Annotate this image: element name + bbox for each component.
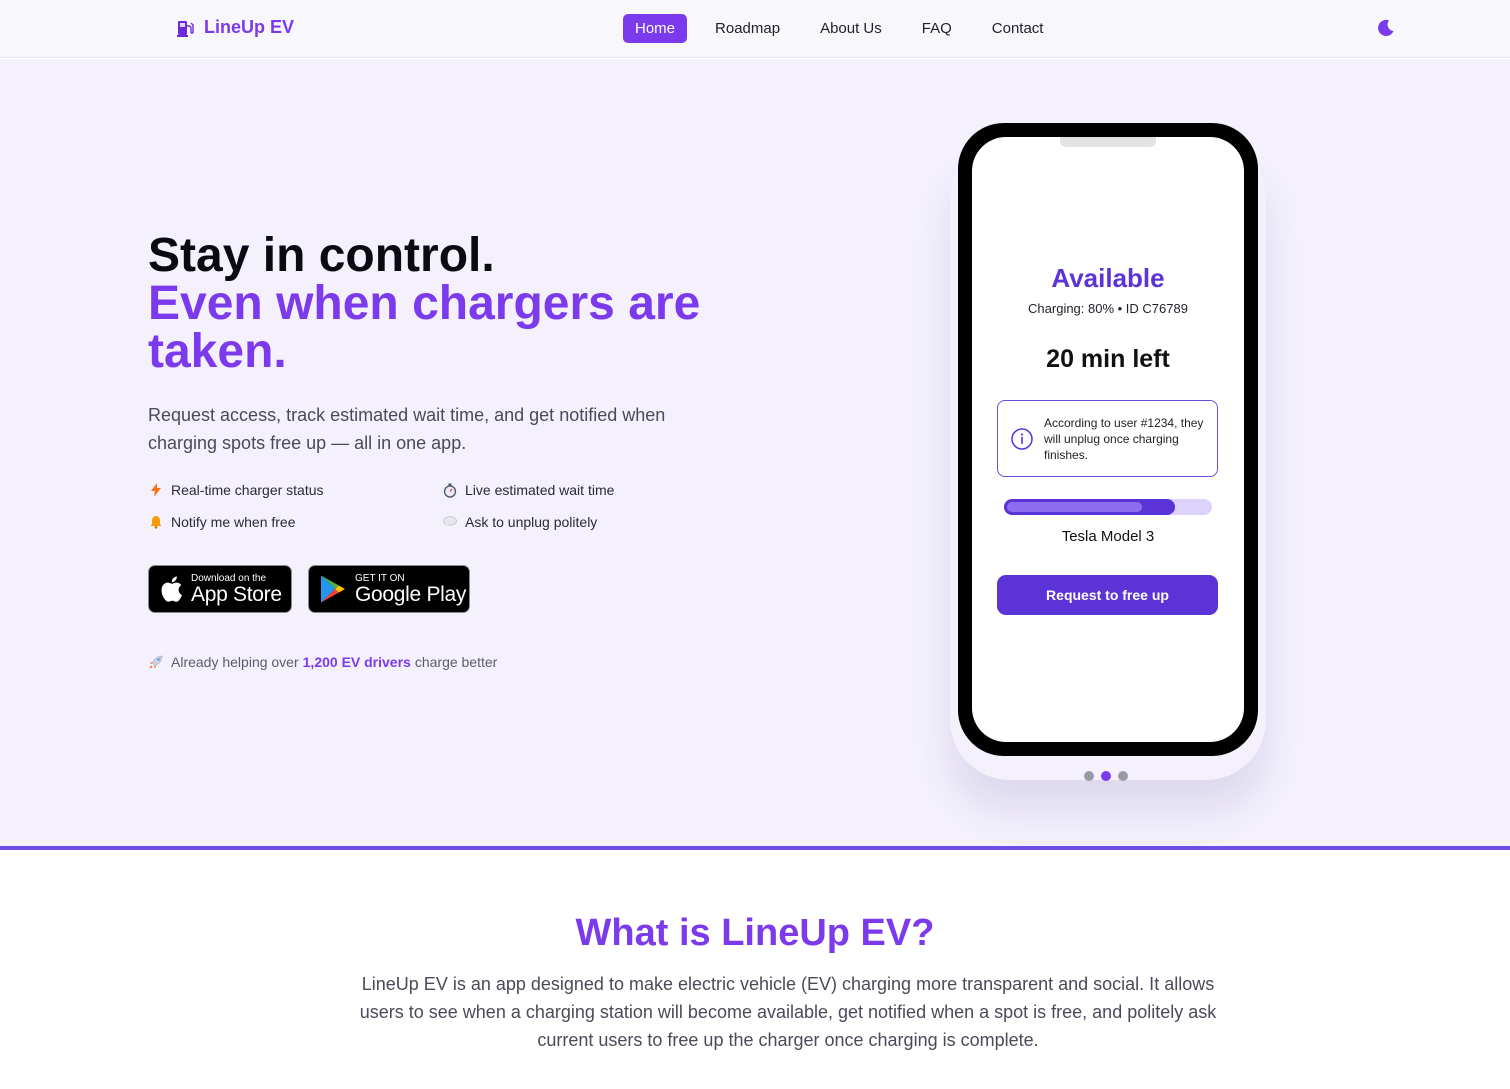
- carousel-dot-active[interactable]: [1101, 771, 1111, 781]
- google-play-small: GET IT ON: [355, 572, 405, 584]
- feature-label: Ask to unplug politely: [465, 514, 598, 530]
- trust-after: charge better: [414, 654, 498, 670]
- trust-before: Already helping over: [171, 654, 299, 670]
- top-nav: LineUp EV Home Roadmap About Us FAQ Cont…: [0, 0, 1510, 58]
- info-icon: [1011, 427, 1033, 450]
- charging-station-icon: [177, 20, 194, 37]
- carousel-dot[interactable]: [1084, 771, 1094, 781]
- bell-icon: [148, 514, 164, 530]
- feature-item: Real-time charger status: [148, 480, 442, 500]
- user-note: According to user #1234, they will unplu…: [997, 400, 1218, 477]
- stopwatch-icon: [442, 482, 458, 498]
- charging-progress-fill: [1004, 499, 1175, 515]
- phone-screen: Available Charging: 80% • ID C76789 20 m…: [972, 137, 1244, 742]
- hero-title: Stay in control. Even when chargers are …: [148, 232, 748, 376]
- feature-label: Real-time charger status: [171, 482, 324, 498]
- what-is-body: LineUp EV is an app designed to make ele…: [359, 974, 1217, 1050]
- section-divider: [0, 846, 1510, 850]
- lightning-icon: [148, 482, 164, 498]
- hero-title-line1: Stay in control.: [148, 229, 495, 282]
- what-is-title: What is LineUp EV?: [575, 912, 935, 954]
- phone-notch: [1060, 137, 1156, 147]
- feature-label: Notify me when free: [171, 514, 296, 530]
- nav-link-about[interactable]: About Us: [808, 14, 894, 43]
- hero-title-line2: Even when chargers are taken.: [148, 277, 701, 378]
- nav-link-faq[interactable]: FAQ: [910, 14, 964, 43]
- feature-list: Real-time charger status Live estimated …: [148, 480, 648, 532]
- carousel-dots: [1084, 771, 1128, 781]
- speech-bubble-icon: [442, 514, 458, 530]
- apple-icon: [161, 576, 182, 602]
- charger-status: Available: [1051, 263, 1165, 293]
- feature-item: Ask to unplug politely: [442, 512, 662, 532]
- app-store-button[interactable]: Download on the App Store: [148, 565, 292, 613]
- time-left: 20 min left: [1046, 345, 1170, 373]
- nav-link-home[interactable]: Home: [623, 14, 688, 43]
- hero-subtitle: Request access, track estimated wait tim…: [148, 405, 666, 453]
- trust-highlight: 1,200 EV drivers: [302, 654, 411, 670]
- user-note-text: According to user #1234, they will unplu…: [1044, 415, 1204, 462]
- trust-line: Already helping over 1,200 EV drivers ch…: [148, 654, 497, 670]
- nav-link-contact[interactable]: Contact: [980, 14, 1056, 43]
- phone-mockup: Available Charging: 80% • ID C76789 20 m…: [958, 123, 1258, 756]
- charger-meta: Charging: 80% • ID C76789: [1028, 301, 1188, 316]
- app-store-big: App Store: [191, 582, 282, 606]
- charging-progress-bar: [1004, 499, 1212, 515]
- app-store-small: Download on the: [191, 572, 267, 584]
- car-model: Tesla Model 3: [1061, 528, 1155, 545]
- google-play-button[interactable]: GET IT ON Google Play: [308, 565, 470, 613]
- feature-item: Notify me when free: [148, 512, 442, 532]
- brand-logo[interactable]: LineUp EV: [176, 17, 294, 38]
- google-play-icon: [321, 575, 345, 603]
- carousel-dot[interactable]: [1118, 771, 1128, 781]
- moon-icon[interactable]: [1376, 18, 1396, 38]
- request-free-up-button[interactable]: Request to free up: [997, 575, 1218, 615]
- feature-label: Live estimated wait time: [465, 482, 615, 498]
- store-buttons: Download on the App Store GET IT ON Goog…: [148, 565, 470, 613]
- charging-progress-highlight: [1007, 502, 1142, 512]
- nav-link-roadmap[interactable]: Roadmap: [703, 14, 792, 43]
- nav-links: Home Roadmap About Us FAQ Contact: [623, 14, 1071, 43]
- google-play-big: Google Play: [355, 582, 467, 606]
- feature-item: Live estimated wait time: [442, 480, 662, 500]
- rocket-icon: [149, 655, 163, 669]
- brand-name: LineUp EV: [204, 17, 295, 37]
